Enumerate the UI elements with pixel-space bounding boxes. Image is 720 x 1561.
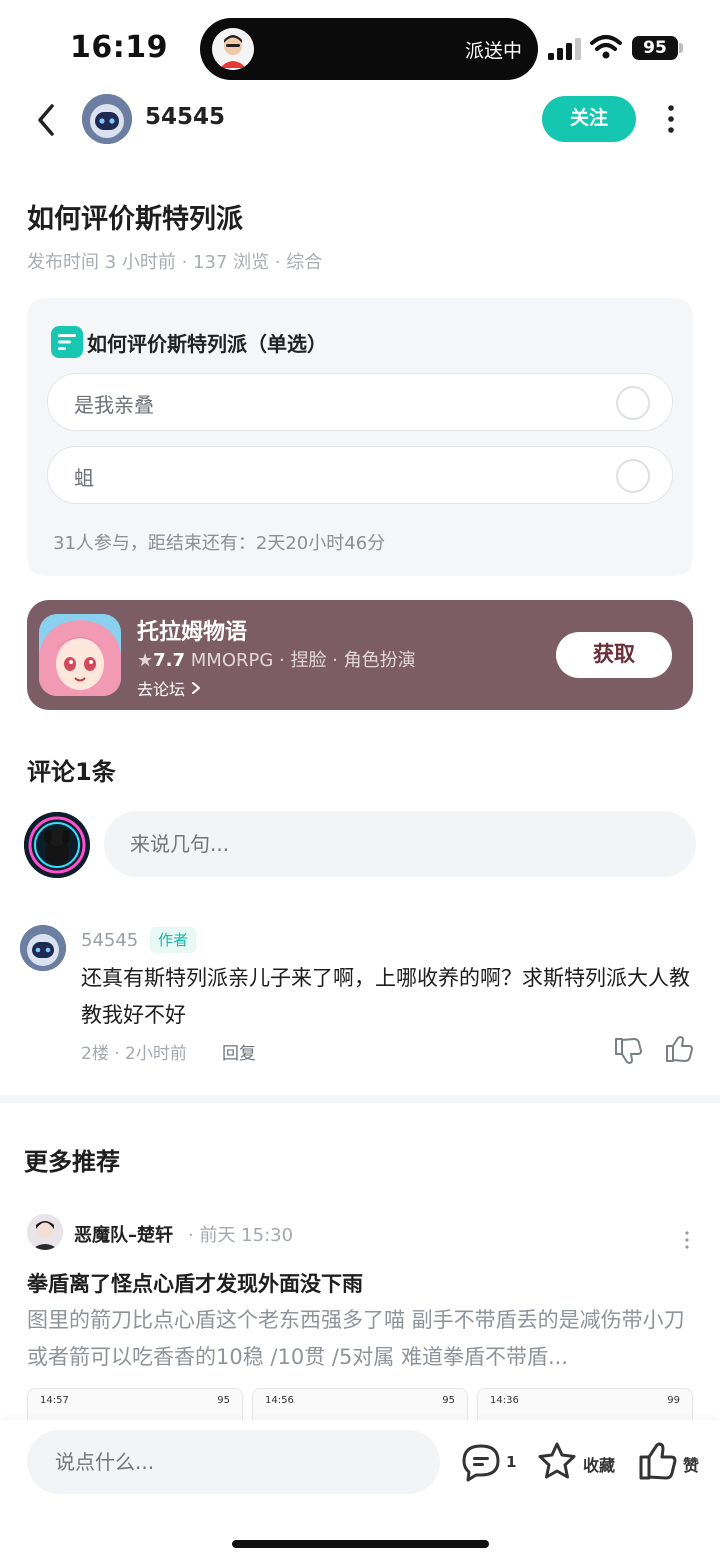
like-label[interactable]: 赞: [683, 1452, 699, 1476]
comments-title: 评论1条: [27, 758, 116, 786]
comment-input[interactable]: [104, 811, 696, 877]
game-forum-link[interactable]: 去论坛: [137, 676, 202, 700]
poll-icon: [51, 326, 83, 358]
game-rating: 7.7: [153, 650, 186, 671]
reply-button[interactable]: 回复: [222, 1039, 256, 1064]
game-icon[interactable]: [39, 614, 121, 696]
thumbs-down-icon[interactable]: [612, 1034, 644, 1066]
signal-icon: [548, 38, 581, 60]
rec-author-name[interactable]: 恶魔队–楚轩: [74, 1221, 173, 1247]
favorite-label[interactable]: 收藏: [583, 1452, 615, 1476]
game-tags: MMORPG · 捏脸 · 角色扮演: [190, 650, 416, 671]
radio-icon[interactable]: [616, 459, 650, 493]
thumb-battery: 95: [217, 1395, 230, 1406]
author-badge: 作者: [150, 927, 197, 953]
bottom-comment-input[interactable]: [27, 1430, 440, 1494]
game-forum-label: 去论坛: [137, 680, 186, 699]
game-card[interactable]: 托拉姆物语 ★7.7 MMORPG · 捏脸 · 角色扮演 去论坛 获取: [27, 600, 693, 710]
poll-option-1[interactable]: 是我亲叠: [47, 373, 673, 431]
section-divider: [0, 1095, 720, 1103]
more-icon[interactable]: [660, 104, 682, 134]
commenter-name[interactable]: 54545: [81, 930, 138, 951]
game-name[interactable]: 托拉姆物语: [137, 614, 247, 646]
star-icon[interactable]: [536, 1440, 578, 1482]
poll-title: 如何评价斯特列派（单选）: [87, 332, 327, 356]
game-meta: ★7.7 MMORPG · 捏脸 · 角色扮演: [137, 646, 416, 672]
thumbs-up-icon[interactable]: [663, 1034, 695, 1066]
poll-card: 如何评价斯特列派（单选） 是我亲叠 蛆 31人参与，距结束还有：2天20小时46…: [27, 298, 693, 576]
post-title: 如何评价斯特列派: [27, 204, 243, 235]
status-time: 16:19: [70, 30, 168, 65]
more-icon[interactable]: [682, 1230, 692, 1250]
star-icon: ★: [137, 650, 154, 671]
thumb-battery: 99: [667, 1395, 680, 1406]
radio-icon[interactable]: [616, 386, 650, 420]
comment-icon[interactable]: [460, 1442, 502, 1482]
delivery-status: 派送中: [464, 40, 522, 62]
poll-footer: 31人参与，距结束还有：2天20小时46分: [53, 533, 386, 554]
bottom-action-bar: 1 收藏 赞: [0, 1420, 720, 1561]
comment-text: 还真有斯特列派亲儿子来了啊，上哪收养的啊？求斯特列派大人教教我好不好: [81, 966, 690, 1027]
delivery-avatar-icon: [212, 28, 254, 70]
dynamic-island[interactable]: 派送中: [200, 18, 538, 80]
poll-option-2[interactable]: 蛆: [47, 446, 673, 504]
rec-author-avatar[interactable]: [27, 1214, 63, 1250]
home-indicator[interactable]: [232, 1540, 489, 1548]
rec-post-time: · 前天 15:30: [188, 1225, 294, 1246]
rec-post-title[interactable]: 拳盾离了怪点心盾才发现外面没下雨: [27, 1268, 363, 1298]
post-meta: 发布时间 3 小时前 · 137 浏览 · 综合: [27, 252, 323, 273]
author-avatar[interactable]: [82, 94, 132, 144]
poll-option-label: 蛆: [74, 466, 94, 490]
battery-level: 95: [632, 36, 678, 60]
comment-meta: 2楼 · 2小时前: [81, 1044, 187, 1064]
commenter-avatar[interactable]: [20, 925, 66, 971]
wifi-icon: [590, 35, 622, 59]
comment-count: 1: [506, 1453, 517, 1471]
thumb-battery: 95: [442, 1395, 455, 1406]
rec-post-excerpt[interactable]: 图里的箭刀比点心盾这个老东西强多了喵 副手不带盾丢的是减伤带小刀或者箭可以吃香香…: [27, 1302, 695, 1376]
battery-tip: [679, 43, 683, 53]
thumb-time: 14:36: [490, 1395, 519, 1406]
thumb-time: 14:57: [40, 1395, 69, 1406]
follow-button[interactable]: 关注: [542, 96, 636, 142]
author-name[interactable]: 54545: [145, 104, 225, 130]
chevron-right-icon: [192, 682, 201, 694]
get-game-button[interactable]: 获取: [556, 632, 672, 678]
recommendations-title: 更多推荐: [24, 1148, 120, 1176]
back-icon[interactable]: [32, 100, 62, 140]
thumb-time: 14:56: [265, 1395, 294, 1406]
thumbs-up-icon[interactable]: [637, 1440, 679, 1482]
my-avatar[interactable]: [24, 812, 90, 878]
poll-option-label: 是我亲叠: [74, 393, 154, 417]
